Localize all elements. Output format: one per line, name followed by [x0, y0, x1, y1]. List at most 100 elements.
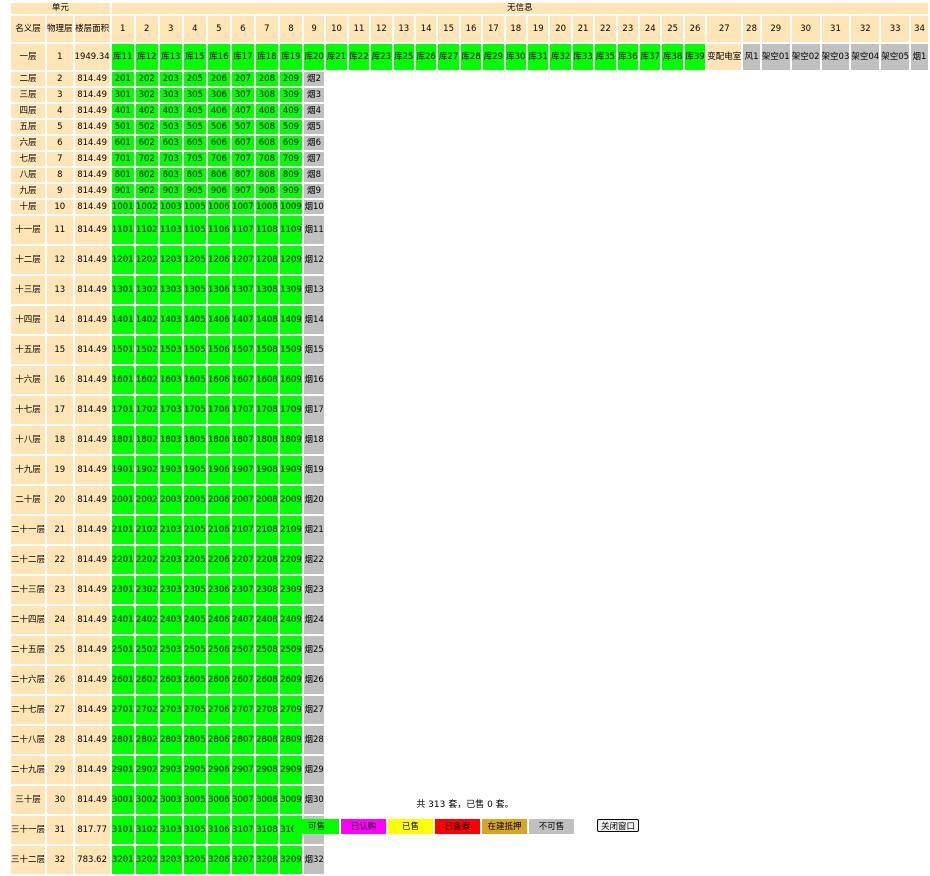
unit-cell[interactable]: 2901	[111, 756, 134, 784]
unit-cell[interactable]: 库26	[415, 44, 437, 70]
unit-cell[interactable]: 1708	[255, 396, 278, 424]
unit-cell[interactable]: 408	[255, 104, 278, 118]
unit-cell[interactable]: 库27	[438, 44, 459, 70]
unit-cell[interactable]: 2109	[279, 516, 302, 544]
unit-cell[interactable]: 库25	[393, 44, 414, 70]
unit-cell[interactable]: 307	[231, 88, 254, 102]
unit-cell[interactable]: 1606	[207, 366, 230, 394]
unit-cell[interactable]: 1102	[135, 216, 158, 244]
unit-cell[interactable]: 2403	[159, 606, 182, 634]
unit-cell[interactable]: 库19	[279, 44, 302, 70]
unit-cell[interactable]: 2209	[279, 546, 302, 574]
unit-cell[interactable]: 2202	[135, 546, 158, 574]
unit-cell[interactable]: 2302	[135, 576, 158, 604]
unit-cell[interactable]: 库29	[483, 44, 504, 70]
unit-cell[interactable]: 2308	[255, 576, 278, 604]
unit-cell[interactable]: 1203	[159, 246, 182, 274]
unit-cell[interactable]: 1802	[135, 426, 158, 454]
unit-cell[interactable]: 803	[159, 168, 182, 182]
unit-cell[interactable]: 1009	[279, 200, 302, 214]
unit-cell[interactable]: 1503	[159, 336, 182, 364]
unit-cell[interactable]: 1609	[279, 366, 302, 394]
unit-cell[interactable]: 1003	[159, 200, 182, 214]
unit-cell[interactable]: 库33	[572, 44, 594, 70]
unit-cell[interactable]: 706	[207, 152, 230, 166]
unit-cell[interactable]: 1806	[207, 426, 230, 454]
unit-cell[interactable]: 506	[207, 120, 230, 134]
unit-cell[interactable]: 701	[111, 152, 134, 166]
unit-cell[interactable]: 907	[231, 184, 254, 198]
unit-cell[interactable]: 1909	[279, 456, 302, 484]
unit-cell[interactable]: 309	[279, 88, 302, 102]
unit-cell[interactable]: 601	[111, 136, 134, 150]
unit-cell[interactable]: 库36	[617, 44, 639, 70]
unit-cell[interactable]: 908	[255, 184, 278, 198]
unit-cell[interactable]: 502	[135, 120, 158, 134]
unit-cell[interactable]: 库16	[207, 44, 230, 70]
unit-cell[interactable]: 805	[183, 168, 206, 182]
unit-cell[interactable]: 2706	[207, 696, 230, 724]
unit-cell[interactable]: 2906	[207, 756, 230, 784]
unit-cell[interactable]: 2001	[111, 486, 134, 514]
unit-cell[interactable]: 406	[207, 104, 230, 118]
unit-cell[interactable]: 703	[159, 152, 182, 166]
unit-cell[interactable]: 402	[135, 104, 158, 118]
unit-cell[interactable]: 3106	[207, 816, 230, 844]
unit-cell[interactable]: 1809	[279, 426, 302, 454]
unit-cell[interactable]: 2708	[255, 696, 278, 724]
unit-cell[interactable]: 2801	[111, 726, 134, 754]
unit-cell[interactable]: 1206	[207, 246, 230, 274]
unit-cell[interactable]: 库20	[303, 44, 325, 70]
unit-cell[interactable]: 608	[255, 136, 278, 150]
unit-cell[interactable]: 2807	[231, 726, 254, 754]
unit-cell[interactable]: 2405	[183, 606, 206, 634]
unit-cell[interactable]: 1509	[279, 336, 302, 364]
unit-cell[interactable]: 库21	[326, 44, 347, 70]
unit-cell[interactable]: 库38	[662, 44, 683, 70]
unit-cell[interactable]: 2205	[183, 546, 206, 574]
unit-cell[interactable]: 1109	[279, 216, 302, 244]
unit-cell[interactable]: 2702	[135, 696, 158, 724]
unit-cell[interactable]: 2806	[207, 726, 230, 754]
unit-cell[interactable]: 1401	[111, 306, 134, 334]
unit-cell[interactable]: 807	[231, 168, 254, 182]
unit-cell[interactable]: 2802	[135, 726, 158, 754]
unit-cell[interactable]: 1706	[207, 396, 230, 424]
unit-cell[interactable]: 2902	[135, 756, 158, 784]
unit-cell[interactable]: 401	[111, 104, 134, 118]
unit-cell[interactable]: 1403	[159, 306, 182, 334]
unit-cell[interactable]: 2401	[111, 606, 134, 634]
unit-cell[interactable]: 2203	[159, 546, 182, 574]
unit-cell[interactable]: 1309	[279, 276, 302, 304]
unit-cell[interactable]: 1208	[255, 246, 278, 274]
unit-cell[interactable]: 2102	[135, 516, 158, 544]
unit-cell[interactable]: 3203	[159, 846, 182, 874]
unit-cell[interactable]: 2603	[159, 666, 182, 694]
unit-cell[interactable]: 1201	[111, 246, 134, 274]
unit-cell[interactable]: 1905	[183, 456, 206, 484]
unit-cell[interactable]: 1801	[111, 426, 134, 454]
unit-cell[interactable]: 507	[231, 120, 254, 134]
unit-cell[interactable]: 609	[279, 136, 302, 150]
unit-cell[interactable]: 707	[231, 152, 254, 166]
unit-cell[interactable]: 2208	[255, 546, 278, 574]
unit-cell[interactable]: 801	[111, 168, 134, 182]
unit-cell[interactable]: 库17	[231, 44, 254, 70]
unit-cell[interactable]: 2505	[183, 636, 206, 664]
unit-cell[interactable]: 1608	[255, 366, 278, 394]
unit-cell[interactable]: 库11	[111, 44, 134, 70]
unit-cell[interactable]: 2607	[231, 666, 254, 694]
unit-cell[interactable]: 库39	[684, 44, 706, 70]
unit-cell[interactable]: 505	[183, 120, 206, 134]
unit-cell[interactable]: 1807	[231, 426, 254, 454]
unit-cell[interactable]: 403	[159, 104, 182, 118]
unit-cell[interactable]: 2406	[207, 606, 230, 634]
unit-cell[interactable]: 2606	[207, 666, 230, 694]
unit-cell[interactable]: 1101	[111, 216, 134, 244]
unit-cell[interactable]: 1805	[183, 426, 206, 454]
unit-cell[interactable]: 1306	[207, 276, 230, 304]
unit-cell[interactable]: 503	[159, 120, 182, 134]
unit-cell[interactable]: 3209	[279, 846, 302, 874]
unit-cell[interactable]: 2006	[207, 486, 230, 514]
unit-cell[interactable]: 208	[255, 72, 278, 86]
